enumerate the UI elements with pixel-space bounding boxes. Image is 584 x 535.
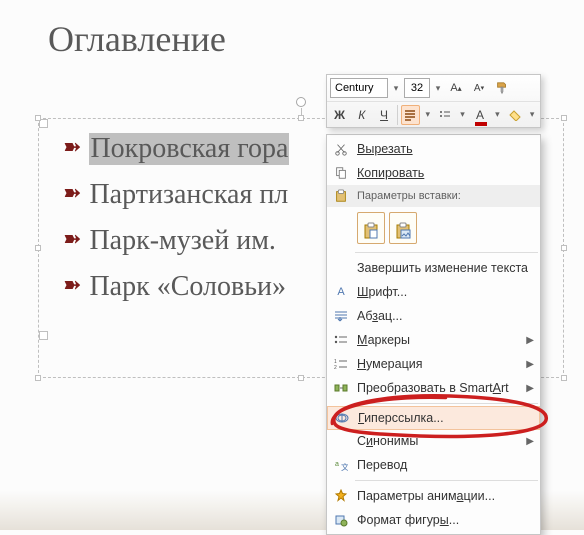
translate-icon: a⽂ [329, 458, 353, 472]
paste-options-row [327, 207, 540, 249]
menu-item-synonyms[interactable]: Синонимы ▶ [327, 429, 540, 453]
dropdown-arrow-icon[interactable]: ▾ [493, 109, 503, 120]
paste-icon [329, 189, 353, 203]
copy-icon [329, 166, 353, 180]
resize-handle[interactable] [561, 115, 567, 121]
hyperlink-icon [330, 411, 354, 425]
menu-item-smartart[interactable]: Преобразовать в SmartArt ▶ [327, 376, 540, 400]
mini-toolbar: Century ▾ 32 ▾ A▴ A▾ Ж К Ч ▾ ▾ A ▾ ▾ [326, 74, 541, 128]
bullet-icon: ➽ [63, 134, 81, 160]
paragraph-icon [329, 309, 353, 323]
font-family-selector[interactable]: Century [330, 78, 388, 98]
animation-icon [329, 489, 353, 503]
resize-handle[interactable] [35, 375, 41, 381]
cut-icon [329, 142, 353, 156]
italic-button[interactable]: К [352, 105, 371, 125]
separator [355, 480, 538, 481]
dropdown-arrow-icon[interactable]: ▾ [423, 109, 433, 120]
menu-item-finish-edit[interactable]: Завершить изменение текста [327, 256, 540, 280]
menu-item-copy[interactable]: Копировать [327, 161, 540, 185]
increase-font-icon[interactable]: A▴ [446, 78, 466, 98]
format-shape-icon [329, 513, 353, 527]
svg-text:a: a [335, 461, 339, 468]
menu-item-animation[interactable]: Параметры анимации... [327, 484, 540, 508]
separator [397, 105, 398, 125]
submenu-arrow-icon: ▶ [526, 383, 534, 394]
format-painter-icon[interactable] [492, 78, 512, 98]
resize-handle[interactable] [35, 245, 41, 251]
dropdown-arrow-icon[interactable]: ▾ [433, 83, 443, 94]
bullet-icon: ➽ [63, 226, 81, 252]
context-menu: Вырезать Копировать Параметры вставки: З… [326, 134, 541, 535]
numbering-icon: 12 [329, 358, 353, 370]
menu-item-format-shape[interactable]: Формат фигуры... [327, 508, 540, 532]
svg-text:⽂: ⽂ [341, 462, 348, 472]
align-button[interactable] [401, 105, 420, 125]
decrease-font-icon[interactable]: A▾ [469, 78, 489, 98]
menu-item-hyperlink[interactable]: Гиперссылка... [327, 406, 540, 430]
svg-text:2: 2 [334, 365, 337, 370]
underline-button[interactable]: Ч [374, 105, 393, 125]
resize-handle[interactable] [35, 115, 41, 121]
separator [355, 252, 538, 253]
resize-handle[interactable] [561, 375, 567, 381]
shape-fill-button[interactable] [505, 105, 524, 125]
submenu-arrow-icon: ▶ [526, 359, 534, 370]
bold-button[interactable]: Ж [330, 105, 349, 125]
font-color-button[interactable]: A [470, 105, 489, 125]
menu-item-translate[interactable]: a⽂ Перевод [327, 453, 540, 477]
resize-handle[interactable] [561, 245, 567, 251]
menu-item-paragraph[interactable]: Абзац... [327, 304, 540, 328]
font-icon: A [329, 286, 353, 298]
bullets-icon [329, 334, 353, 346]
submenu-arrow-icon: ▶ [526, 436, 534, 447]
list-item-text[interactable]: Парк «Соловьи» [89, 271, 286, 303]
paste-option-picture[interactable] [389, 212, 417, 244]
bullet-icon: ➽ [63, 180, 81, 206]
smartart-icon [329, 382, 353, 394]
menu-paste-options-header: Параметры вставки: [327, 185, 540, 207]
bullets-icon[interactable] [436, 105, 455, 125]
bullet-icon: ➽ [63, 272, 81, 298]
font-size-selector[interactable]: 32 [404, 78, 430, 98]
page-title: Оглавление [48, 18, 226, 60]
paste-option-source[interactable] [357, 212, 385, 244]
dropdown-arrow-icon[interactable]: ▾ [458, 109, 468, 120]
list-item-text[interactable]: Партизанская пл [89, 179, 288, 211]
dropdown-arrow-icon[interactable]: ▾ [527, 109, 537, 120]
resize-handle[interactable] [298, 375, 304, 381]
menu-item-numbering[interactable]: 12 Нумерация ▶ [327, 352, 540, 376]
rotate-handle[interactable] [296, 97, 306, 107]
menu-item-bullets[interactable]: Маркеры ▶ [327, 328, 540, 352]
dropdown-arrow-icon[interactable]: ▾ [391, 83, 401, 94]
list-item-text[interactable]: Покровская гора [89, 133, 289, 165]
list-item-text[interactable]: Парк-музей им. [89, 225, 275, 257]
separator [355, 403, 538, 404]
menu-item-cut[interactable]: Вырезать [327, 137, 540, 161]
menu-item-font[interactable]: A Шрифт... [327, 280, 540, 304]
submenu-arrow-icon: ▶ [526, 335, 534, 346]
